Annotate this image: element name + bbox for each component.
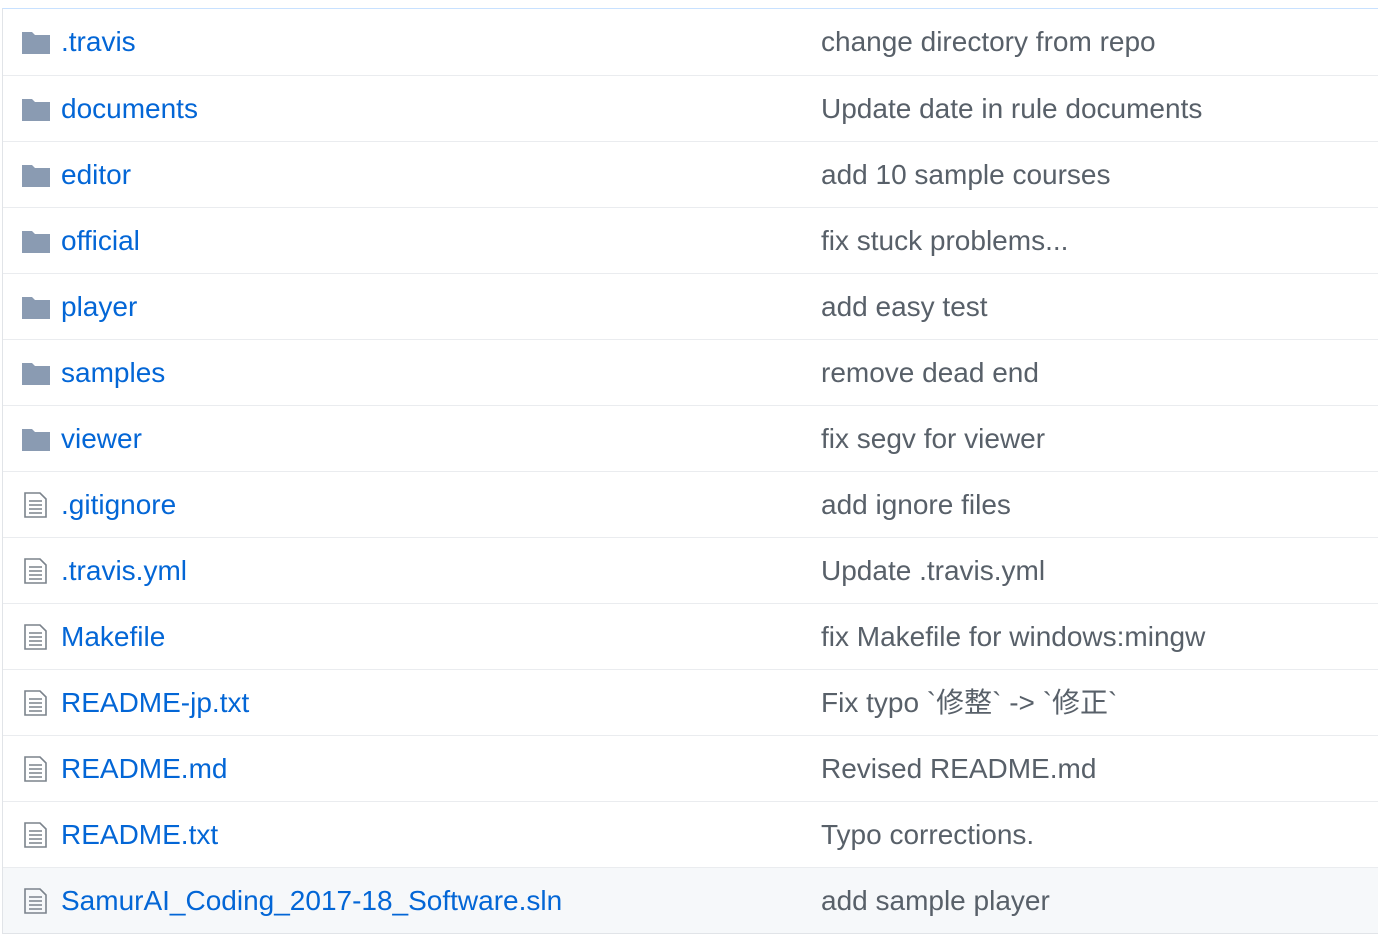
file-link[interactable]: README-jp.txt <box>61 670 249 736</box>
file-link[interactable]: README.txt <box>61 802 218 868</box>
file-link[interactable]: .gitignore <box>61 472 176 538</box>
file-link[interactable]: editor <box>61 142 131 208</box>
file-row: official fix stuck problems... <box>3 207 1378 273</box>
commit-message-link[interactable]: remove dead end <box>821 340 1039 406</box>
file-row: SamurAI_Coding_2017-18_Software.sln add … <box>3 867 1378 933</box>
commit-message-link[interactable]: Revised README.md <box>821 736 1096 802</box>
file-link[interactable]: player <box>61 274 137 340</box>
commit-message-link[interactable]: Update .travis.yml <box>821 538 1045 604</box>
commit-message-link[interactable]: Fix typo `修整` -> `修正` <box>821 670 1117 736</box>
file-row: .gitignore add ignore files <box>3 471 1378 537</box>
commit-message-link[interactable]: fix segv for viewer <box>821 406 1045 472</box>
commit-message-link[interactable]: Update date in rule documents <box>821 76 1202 142</box>
file-row: editor add 10 sample courses <box>3 141 1378 207</box>
file-row: samples remove dead end <box>3 339 1378 405</box>
file-row: README.md Revised README.md <box>3 735 1378 801</box>
file-row: documents Update date in rule documents <box>3 75 1378 141</box>
commit-message-link[interactable]: fix stuck problems... <box>821 208 1068 274</box>
commit-message-link[interactable]: add 10 sample courses <box>821 142 1111 208</box>
file-row: viewer fix segv for viewer <box>3 405 1378 471</box>
file-list-table: .travis change directory from repo docum… <box>2 8 1378 934</box>
file-link[interactable]: .travis.yml <box>61 538 187 604</box>
folder-icon <box>22 32 50 54</box>
file-row: README-jp.txt Fix typo `修整` -> `修正` <box>3 669 1378 735</box>
folder-icon <box>22 363 50 385</box>
file-link[interactable]: samples <box>61 340 165 406</box>
folder-icon <box>22 429 50 451</box>
folder-icon <box>22 99 50 121</box>
file-link[interactable]: viewer <box>61 406 142 472</box>
folder-icon <box>22 231 50 253</box>
file-icon <box>24 624 47 650</box>
file-link[interactable]: official <box>61 208 140 274</box>
file-link[interactable]: SamurAI_Coding_2017-18_Software.sln <box>61 868 562 934</box>
commit-message-link[interactable]: change directory from repo <box>821 9 1156 75</box>
file-row: player add easy test <box>3 273 1378 339</box>
file-link[interactable]: README.md <box>61 736 227 802</box>
file-icon <box>24 492 47 518</box>
file-icon <box>24 888 47 914</box>
commit-message-link[interactable]: fix Makefile for windows:mingw <box>821 604 1205 670</box>
file-link[interactable]: .travis <box>61 9 136 75</box>
commit-message-link[interactable]: add easy test <box>821 274 988 340</box>
folder-icon <box>22 297 50 319</box>
file-icon <box>24 756 47 782</box>
file-row: .travis change directory from repo <box>3 9 1378 75</box>
file-row: .travis.yml Update .travis.yml <box>3 537 1378 603</box>
file-icon <box>24 822 47 848</box>
commit-message-link[interactable]: add sample player <box>821 868 1050 934</box>
file-row: README.txt Typo corrections. <box>3 801 1378 867</box>
file-row: Makefile fix Makefile for windows:mingw <box>3 603 1378 669</box>
commit-message-link[interactable]: Typo corrections. <box>821 802 1034 868</box>
folder-icon <box>22 165 50 187</box>
file-link[interactable]: Makefile <box>61 604 165 670</box>
file-icon <box>24 558 47 584</box>
file-icon <box>24 690 47 716</box>
commit-message-link[interactable]: add ignore files <box>821 472 1011 538</box>
file-link[interactable]: documents <box>61 76 198 142</box>
